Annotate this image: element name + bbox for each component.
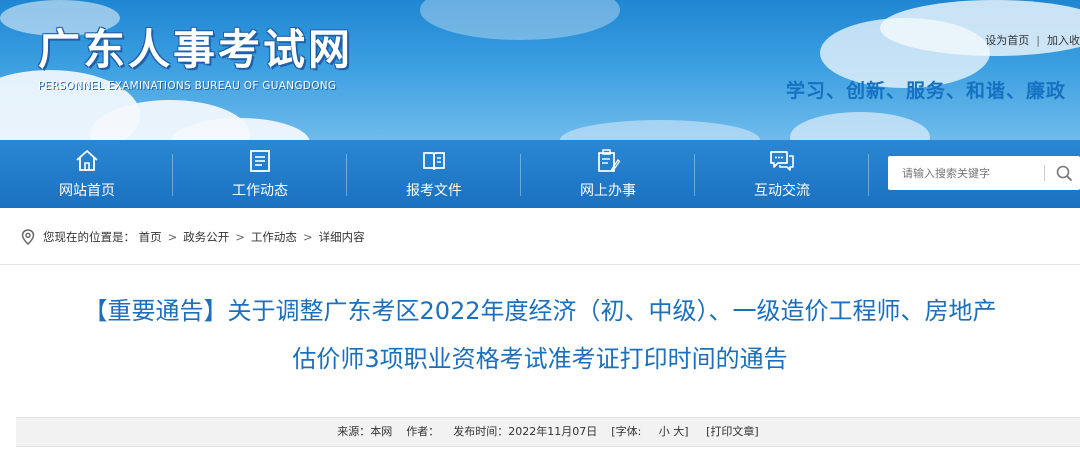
nav-item-label: 网站首页 xyxy=(59,183,115,199)
font-size-close: ] xyxy=(684,425,689,438)
article-title-line-2: 估价师3项职业资格考试准考证打印时间的通告 xyxy=(292,345,788,373)
font-small-button[interactable]: 小 xyxy=(659,425,670,438)
article-title-line-1: 【重要通告】关于调整广东考区2022年度经济（初、中级）、一级造价工程师、房地产 xyxy=(83,297,997,325)
article-meta-bar: 来源：本网 作者： 发布时间：2022年11月07日 [字体: 小 大] [打印文章] xyxy=(16,417,1080,447)
breadcrumb-separator: > xyxy=(235,230,245,244)
breadcrumb-item-home[interactable]: 首页 xyxy=(139,230,162,244)
nav-item-label: 报考文件 xyxy=(406,183,462,199)
link-separator: | xyxy=(1036,34,1040,47)
breadcrumb-separator: > xyxy=(167,230,178,244)
breadcrumb-item-current: 详细内容 xyxy=(318,230,365,244)
nav-divider xyxy=(868,154,869,196)
search-box xyxy=(888,156,1080,190)
breadcrumb-item-public-affairs[interactable]: 政务公开 xyxy=(183,230,229,244)
font-large-button[interactable]: 大 xyxy=(673,425,684,438)
print-article-button[interactable]: [打印文章] xyxy=(706,425,759,438)
site-slogan: 学习、创新、服务、和谐、廉政 xyxy=(786,80,1067,102)
open-book-icon xyxy=(423,152,445,171)
set-homepage-link[interactable]: 设为首页 xyxy=(985,34,1029,47)
breadcrumb-trail: 您现在的位置是： 首页 > 政务公开 > 工作动态 > 详细内容 xyxy=(43,229,365,245)
breadcrumb-item-work-news[interactable]: 工作动态 xyxy=(251,230,297,244)
cloud-decoration xyxy=(560,120,760,140)
nav-item-home[interactable]: 网站首页 xyxy=(0,140,174,208)
nav-item-exam-files[interactable]: 报考文件 xyxy=(347,140,521,208)
article-title: 【重要通告】关于调整广东考区2022年度经济（初、中级）、一级造价工程师、房地产… xyxy=(0,287,1080,383)
breadcrumb-prefix: 您现在的位置是： xyxy=(43,230,135,244)
site-logo-subtitle: PERSONNEL EXAMINATIONS BUREAU OF GUANGDO… xyxy=(38,80,337,92)
font-size-control: [字体: 小 大] xyxy=(611,425,702,438)
cloud-decoration xyxy=(420,0,620,40)
nav-item-label: 互动交流 xyxy=(754,183,810,199)
top-links: 设为首页 | 加入收 xyxy=(985,32,1080,48)
add-favorite-link[interactable]: 加入收 xyxy=(1047,34,1080,47)
search-icon[interactable] xyxy=(1048,156,1080,190)
article-author: 作者： xyxy=(406,425,440,438)
article-publish-date: 发布时间：2022年11月07日 xyxy=(453,425,598,438)
site-header: 广东人事考试网 PERSONNEL EXAMINATIONS BUREAU OF… xyxy=(0,0,1080,140)
chat-bubbles-icon xyxy=(770,151,794,171)
search-divider xyxy=(1044,165,1045,181)
nav-item-label: 网上办事 xyxy=(580,183,636,199)
document-list-icon xyxy=(250,150,270,172)
location-pin-icon xyxy=(21,229,35,245)
article-source: 来源：本网 xyxy=(337,425,393,438)
nav-item-work-news[interactable]: 工作动态 xyxy=(173,140,347,208)
cloud-decoration xyxy=(790,112,930,140)
nav-item-online-services[interactable]: 网上办事 xyxy=(521,140,695,208)
font-size-label: [字体: xyxy=(611,425,642,438)
nav-item-interaction[interactable]: 互动交流 xyxy=(695,140,869,208)
breadcrumb-separator: > xyxy=(302,230,313,244)
breadcrumb: 您现在的位置是： 首页 > 政务公开 > 工作动态 > 详细内容 xyxy=(0,208,1080,265)
nav-item-label: 工作动态 xyxy=(232,183,288,199)
search-input[interactable] xyxy=(888,156,1050,190)
clipboard-edit-icon xyxy=(598,149,621,172)
site-logo-title[interactable]: 广东人事考试网 xyxy=(38,16,353,77)
home-icon xyxy=(76,150,98,171)
